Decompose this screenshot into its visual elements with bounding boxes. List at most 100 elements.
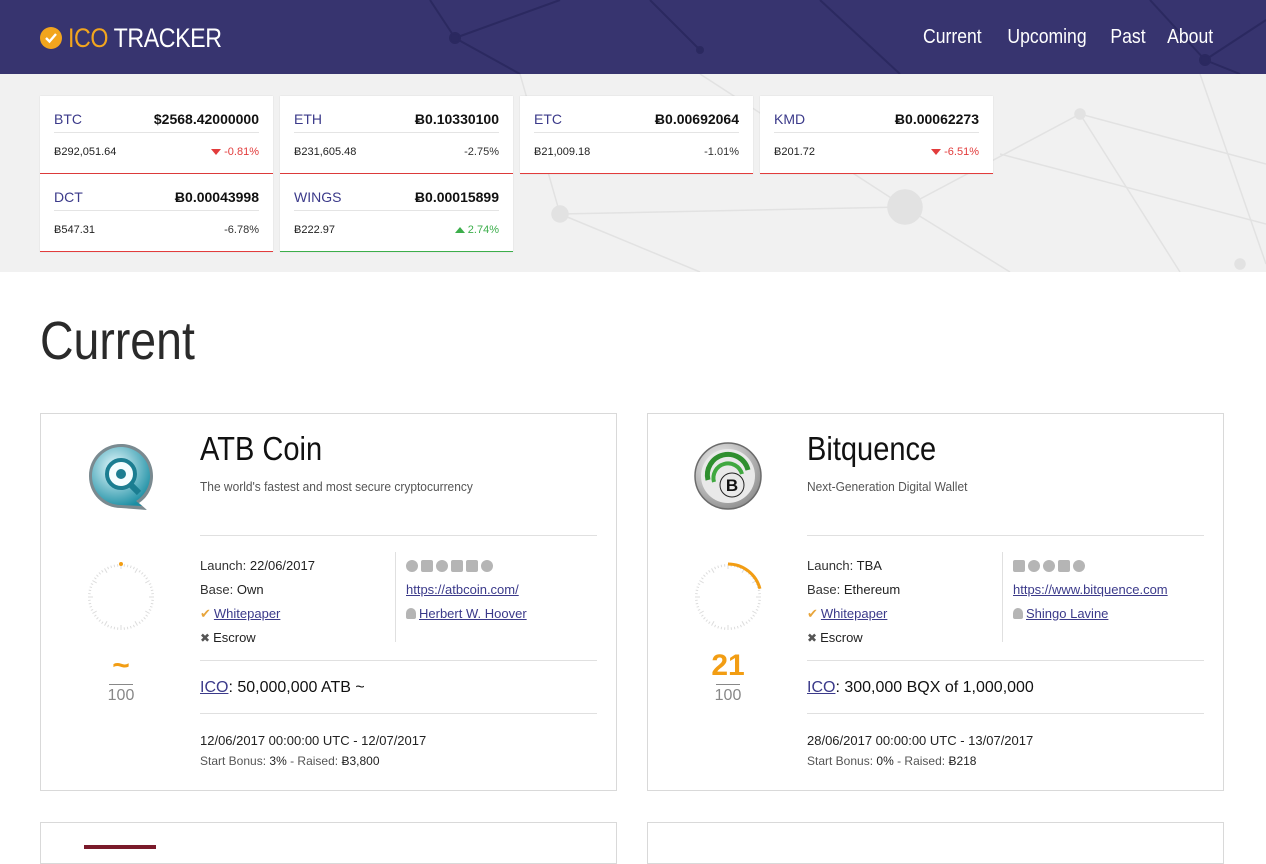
gauge-tick — [718, 566, 719, 568]
ticker-change: -1.01% — [704, 146, 739, 158]
gauge-tick — [102, 570, 103, 572]
gauge-tick — [753, 615, 755, 616]
gauge-tick — [703, 617, 705, 619]
site-logo[interactable]: ICO TRACKER — [40, 22, 247, 54]
ticker-change: -2.75% — [464, 146, 499, 158]
gauge-tick — [737, 626, 738, 628]
reddit-icon[interactable] — [1028, 560, 1040, 572]
gauge-tick — [92, 611, 96, 614]
ico-card-atb-coin: ATB Coin The world's fastest and most se… — [40, 413, 617, 791]
ico-link[interactable]: ICO — [807, 679, 835, 696]
ticker-volume: Ƀ231,605.48 — [294, 146, 356, 158]
gauge-tick — [721, 627, 722, 629]
gauge-tick — [99, 572, 101, 574]
score-divider — [716, 684, 740, 685]
nav-past[interactable]: Past — [1110, 26, 1145, 49]
divider — [807, 660, 1204, 661]
slack-icon[interactable] — [1043, 560, 1055, 572]
vertical-divider — [1002, 552, 1003, 642]
website-link[interactable]: https://www.bitquence.com — [1013, 582, 1168, 597]
gauge-tick — [89, 603, 91, 604]
gauge-tick — [102, 622, 103, 624]
facebook-icon[interactable] — [1013, 560, 1025, 572]
gauge-tick — [701, 578, 703, 579]
divider — [200, 713, 597, 714]
gauge-tick — [94, 578, 96, 579]
gauge-tick — [111, 566, 112, 568]
facebook-icon[interactable] — [421, 560, 433, 572]
coin-meta: Launch: 22/06/2017 Base: Own ✔Whitepaper… — [200, 554, 315, 650]
gauge-tick — [715, 625, 716, 627]
page-title: Current — [40, 310, 195, 372]
ticker-eth[interactable]: ETHɃ0.10330100 Ƀ231,605.48-2.75% — [280, 96, 513, 174]
coin-meta: Launch: TBA Base: Ethereum ✔Whitepaper ✖… — [807, 554, 900, 650]
ticker-change-value: -0.81% — [224, 146, 259, 158]
gauge-progress-arc — [728, 564, 760, 589]
launch-value: TBA — [857, 558, 882, 573]
ico-dates: 28/06/2017 00:00:00 UTC - 13/07/2017 Sta… — [807, 730, 1033, 772]
website-link[interactable]: https://atbcoin.com/ — [406, 582, 519, 597]
ticker-dct[interactable]: DCTɃ0.00043998 Ƀ547.31-6.78% — [40, 174, 273, 252]
whitepaper-link[interactable]: Whitepaper — [821, 606, 887, 621]
gauge-tick — [751, 617, 753, 619]
social-icons — [1013, 554, 1168, 578]
ico-date-range: 28/06/2017 00:00:00 UTC - 13/07/2017 — [807, 730, 1033, 751]
slack-icon[interactable] — [436, 560, 448, 572]
gauge-tick — [149, 609, 151, 610]
nav-about[interactable]: About — [1167, 26, 1213, 49]
divider — [807, 535, 1204, 536]
logo-ico-word: ICO — [68, 23, 108, 53]
ticker-symbol: DCT — [54, 189, 83, 205]
whitepaper-link[interactable]: Whitepaper — [214, 606, 280, 621]
gauge-tick — [718, 626, 719, 628]
gauge-tick — [108, 567, 109, 569]
ico-amount: : 300,000 BQX of 1,000,000 — [835, 679, 1033, 696]
gauge-tick — [740, 625, 741, 627]
ico-summary: ICO: 50,000,000 ATB ~ — [200, 679, 365, 697]
gauge-tick — [715, 567, 716, 569]
ticker-price: Ƀ0.00015899 — [415, 189, 499, 205]
telegram-icon[interactable] — [1073, 560, 1085, 572]
youtube-icon[interactable] — [466, 560, 478, 572]
person-icon — [406, 608, 416, 619]
gauge-tick — [698, 584, 700, 585]
nav-current[interactable]: Current — [923, 26, 982, 49]
ticker-volume: Ƀ21,009.18 — [534, 146, 590, 158]
gauge-tick — [697, 606, 699, 607]
nav-upcoming[interactable]: Upcoming — [1007, 26, 1086, 49]
founder-link[interactable]: Shingo Lavine — [1026, 606, 1108, 621]
gauge-tick — [105, 621, 108, 625]
ticker-price: Ƀ0.00062273 — [895, 111, 979, 127]
gauge-tick — [111, 626, 112, 628]
ticker-change: 2.74% — [455, 224, 499, 236]
ticker-change: -0.81% — [211, 146, 259, 158]
founder-link[interactable]: Herbert W. Hoover — [419, 606, 527, 621]
gauge-tick — [756, 609, 758, 610]
ico-card-partial — [40, 822, 617, 864]
twitter-icon[interactable] — [451, 560, 463, 572]
gauge-tick — [709, 622, 710, 624]
ico-dates: 12/06/2017 00:00:00 UTC - 12/07/2017 Sta… — [200, 730, 426, 772]
telegram-icon[interactable] — [481, 560, 493, 572]
gauge-tick — [699, 581, 703, 584]
bitcointalk-icon[interactable] — [406, 560, 418, 572]
ticker-kmd[interactable]: KMDɃ0.00062273 Ƀ201.72-6.51% — [760, 96, 993, 174]
ticker-wings[interactable]: WINGSɃ0.00015899 Ƀ222.972.74% — [280, 174, 513, 252]
rating-gauge — [687, 556, 769, 638]
score-divider — [109, 684, 133, 685]
gauge-tick — [96, 617, 98, 619]
gauge-tick — [133, 625, 134, 627]
arrow-down-icon — [931, 149, 941, 155]
ticker-volume: Ƀ201.72 — [774, 146, 815, 158]
coin-tagline: Next-Generation Digital Wallet — [807, 479, 967, 494]
ico-link[interactable]: ICO — [200, 679, 228, 696]
twitter-icon[interactable] — [1058, 560, 1070, 572]
gauge-tick — [696, 603, 698, 604]
bitquence-logo: B — [692, 440, 764, 512]
gauge-tick — [697, 587, 699, 588]
ticker-btc[interactable]: BTC$2568.42000000 Ƀ292,051.64-0.81% — [40, 96, 273, 174]
gauge-tick — [746, 622, 747, 624]
ticker-etc[interactable]: ETCɃ0.00692064 Ƀ21,009.18-1.01% — [520, 96, 753, 174]
gauge-tick — [146, 615, 148, 616]
gauge-tick — [758, 590, 760, 591]
